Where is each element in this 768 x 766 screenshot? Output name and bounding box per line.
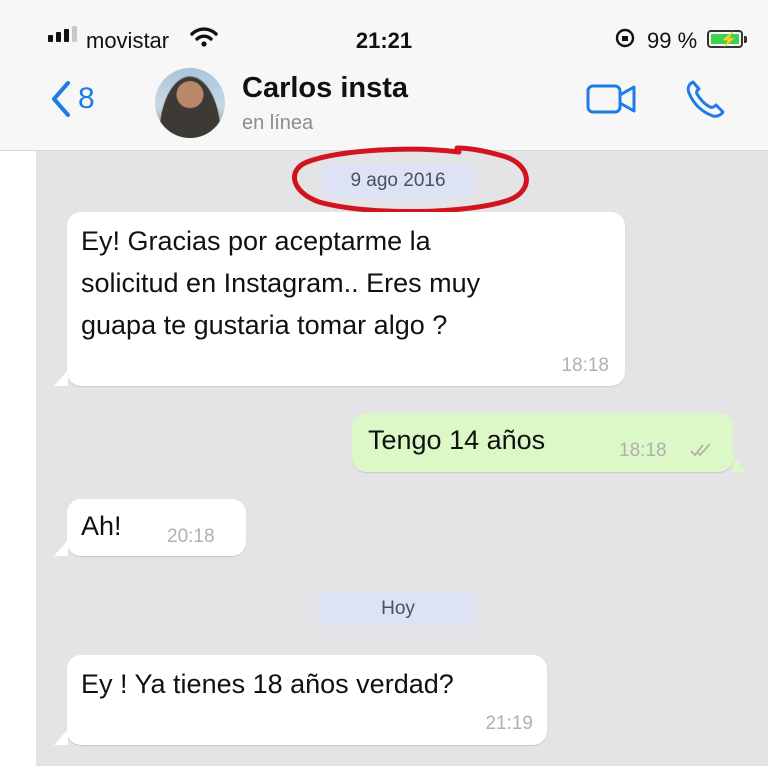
message-bubble-outgoing[interactable]: Tengo 14 años 18:18 — [352, 413, 733, 472]
unread-count: 8 — [78, 82, 95, 115]
video-camera-icon[interactable] — [586, 82, 638, 116]
left-margin — [0, 151, 36, 766]
back-button[interactable]: 8 — [50, 80, 95, 118]
avatar[interactable] — [155, 68, 225, 138]
message-text: Ey! Gracias por aceptarme la solicitud e… — [81, 226, 481, 340]
bubble-tail — [54, 370, 68, 386]
battery-cap — [744, 36, 747, 43]
read-receipt-icon — [690, 443, 711, 457]
message-text: Tengo 14 años — [368, 425, 546, 455]
date-separator: Hoy — [318, 592, 478, 625]
message-time: 20:18 — [167, 526, 215, 547]
bubble-tail — [733, 456, 747, 472]
message-time: 18:18 — [561, 355, 609, 376]
message-bubble-incoming[interactable]: Ah! 20:18 — [67, 499, 246, 556]
status-bar: movistar 21:21 99 % ⚡ — [0, 0, 768, 60]
message-bubble-incoming[interactable]: Ey ! Ya tienes 18 años verdad? 21:19 — [67, 655, 547, 745]
message-time: 18:18 — [619, 440, 667, 461]
message-bubble-incoming[interactable]: Ey! Gracias por aceptarme la solicitud e… — [67, 212, 625, 386]
battery-charging-icon: ⚡ — [707, 30, 743, 48]
bubble-tail — [54, 540, 68, 556]
battery-percent: 99 % — [647, 28, 698, 53]
message-time: 21:19 — [485, 713, 533, 734]
date-separator: 9 ago 2016 — [322, 164, 474, 198]
contact-status: en línea — [242, 112, 314, 134]
chevron-left-icon — [52, 81, 70, 117]
phone-icon[interactable] — [684, 78, 728, 120]
message-text: Ey ! Ya tienes 18 años verdad? — [81, 669, 454, 699]
contact-name[interactable]: Carlos insta — [242, 72, 408, 105]
chat-header: 8 Carlos insta en línea — [0, 60, 768, 151]
rotation-lock-icon — [615, 28, 635, 48]
message-text: Ah! — [81, 511, 122, 541]
bubble-tail — [54, 729, 68, 745]
